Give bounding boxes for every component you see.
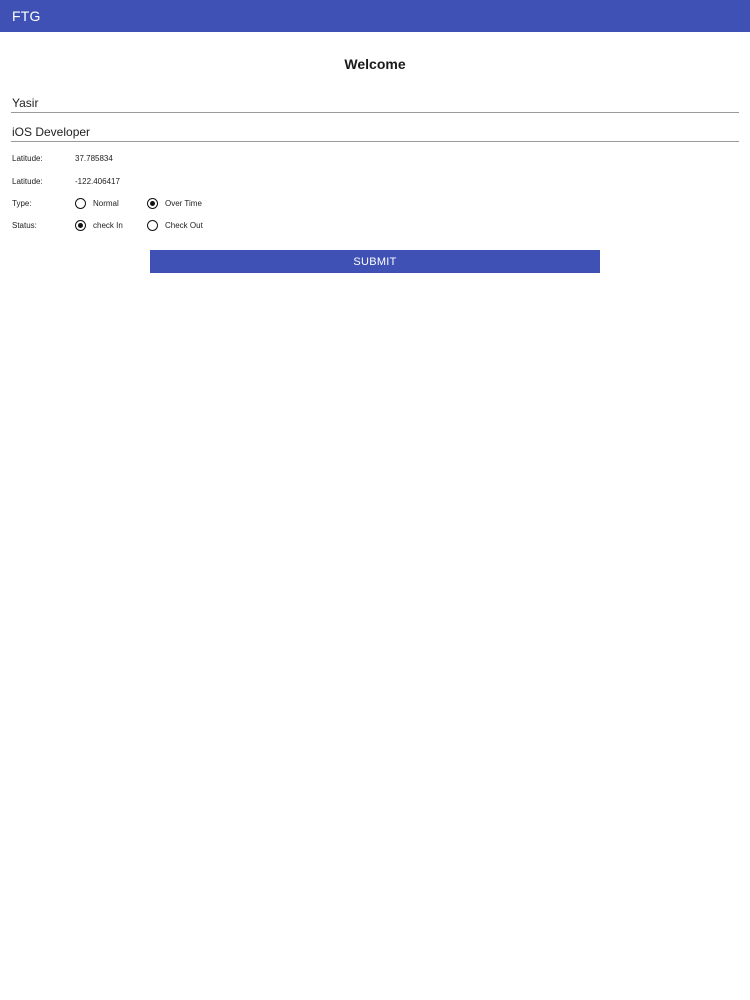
type-option-normal[interactable]: Normal (75, 197, 147, 209)
role-field[interactable] (11, 122, 739, 141)
latitude-label: Latitude: (12, 153, 43, 163)
radio-unselected-icon (147, 219, 158, 231)
name-field[interactable] (11, 93, 739, 112)
type-label: Type: (12, 198, 32, 208)
type-option-overtime-label: Over Time (165, 198, 202, 208)
longitude-label: Latitude: (12, 176, 43, 186)
app-title: FTG (12, 8, 41, 24)
status-option-check-out-label: Check Out (165, 220, 203, 230)
radio-unselected-icon (75, 197, 86, 209)
submit-button[interactable]: SUBMIT (150, 250, 600, 273)
status-label: Status: (12, 220, 37, 230)
status-option-check-out[interactable]: Check Out (147, 219, 203, 231)
name-field-container (11, 93, 739, 113)
app-bar: FTG (0, 0, 750, 32)
status-option-check-in-label: check In (93, 220, 123, 230)
type-option-overtime[interactable]: Over Time (147, 197, 202, 209)
status-row: Status: check In Check Out (12, 217, 203, 233)
latitude-row: Latitude: 37.785834 (12, 150, 113, 166)
page-title: Welcome (344, 56, 406, 72)
radio-selected-icon (147, 197, 158, 209)
latitude-value: 37.785834 (75, 153, 113, 163)
radio-selected-icon (75, 219, 86, 231)
status-option-check-in[interactable]: check In (75, 219, 147, 231)
longitude-row: Latitude: -122.406417 (12, 173, 120, 189)
role-field-container (11, 122, 739, 142)
type-row: Type: Normal Over Time (12, 195, 202, 211)
type-option-normal-label: Normal (93, 198, 119, 208)
longitude-value: -122.406417 (75, 176, 120, 186)
